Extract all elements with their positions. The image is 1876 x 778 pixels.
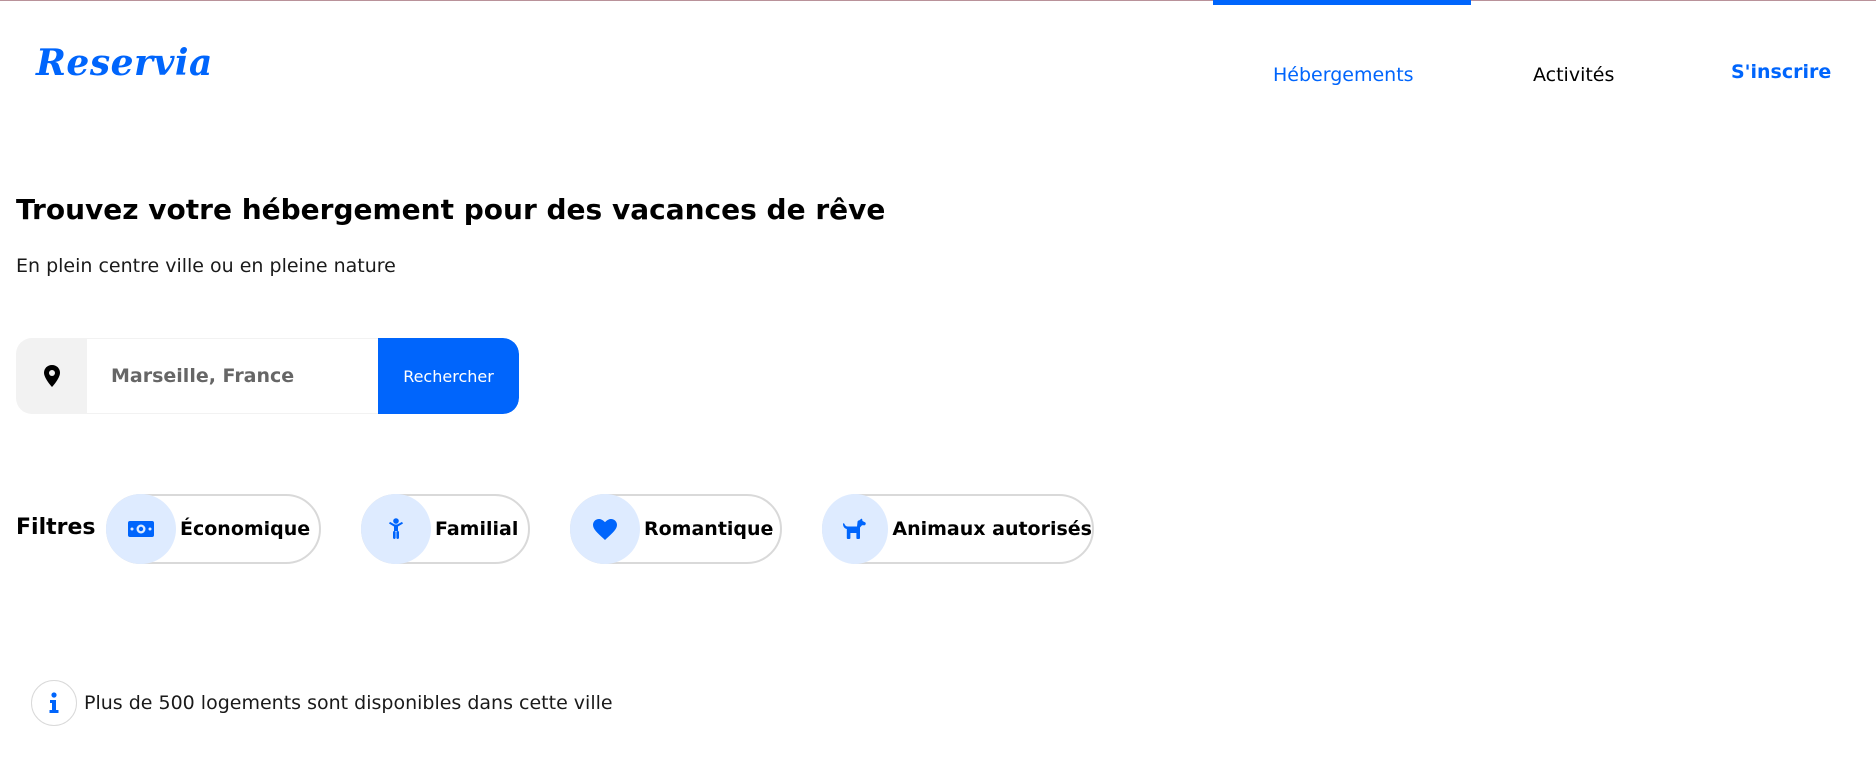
info-text: Plus de 500 logements sont disponibles d… (84, 692, 613, 714)
filter-economique[interactable]: Économique (106, 494, 321, 564)
dog-icon (822, 494, 889, 564)
filter-label: Économique (180, 518, 311, 540)
brand-logo[interactable]: Reservia (36, 42, 213, 84)
signup-link[interactable]: S'inscrire (1731, 61, 1831, 83)
heart-icon (570, 494, 640, 564)
page-title: Trouvez votre hébergement pour des vacan… (16, 193, 886, 226)
filter-label: Animaux autorisés (892, 518, 1092, 540)
search-button[interactable]: Rechercher (378, 338, 519, 414)
filter-romantique[interactable]: Romantique (570, 494, 782, 564)
money-icon (106, 494, 176, 564)
search-bar: Rechercher (16, 338, 519, 414)
site-header: Reservia Hébergements Activités S'inscri… (0, 0, 1876, 140)
filter-familial[interactable]: Familial (361, 494, 530, 564)
child-icon (361, 494, 431, 564)
nav-item-hebergements[interactable]: Hébergements (1273, 64, 1414, 86)
filter-label: Romantique (644, 518, 774, 540)
info-notice: Plus de 500 logements sont disponibles d… (31, 680, 613, 726)
search-input[interactable] (87, 338, 378, 414)
filter-animaux-autorises[interactable]: Animaux autorisés (822, 494, 1094, 564)
filter-label: Familial (435, 518, 519, 540)
location-pin-icon (16, 338, 87, 414)
filters-label: Filtres (16, 515, 96, 540)
page-subtitle: En plein centre ville ou en pleine natur… (16, 255, 396, 277)
active-nav-indicator (1213, 0, 1471, 5)
info-icon (31, 680, 77, 726)
nav-item-activites[interactable]: Activités (1533, 64, 1614, 86)
